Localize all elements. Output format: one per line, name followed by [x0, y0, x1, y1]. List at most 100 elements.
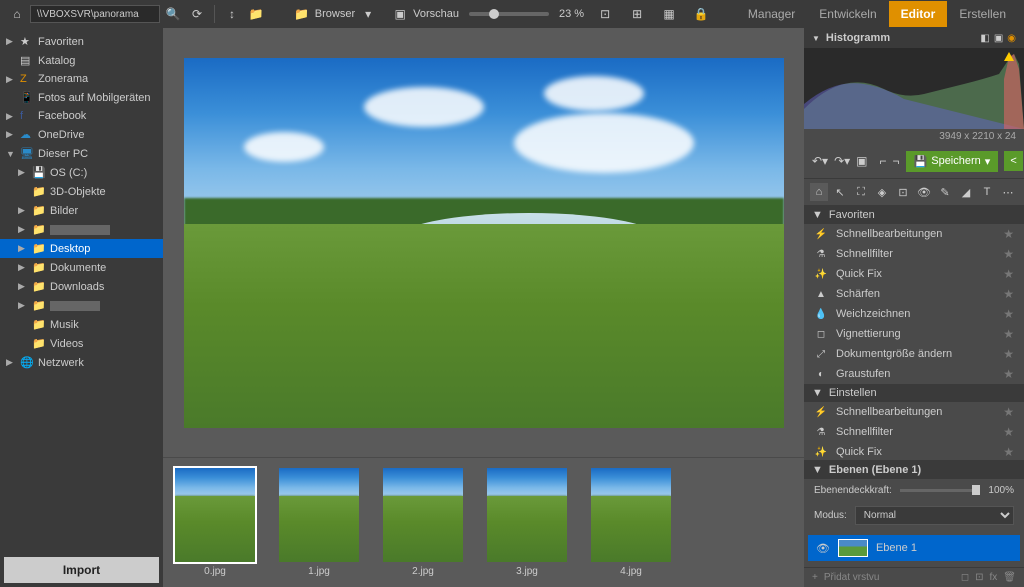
layer-1[interactable]: 👁 Ebene 1	[808, 535, 1020, 561]
mode-manager[interactable]: Manager	[736, 1, 807, 27]
histo-opt2-icon[interactable]: ▣	[994, 33, 1003, 44]
tool-quickfix[interactable]: ✨Quick Fix★	[804, 264, 1024, 284]
browser-label[interactable]: Browser	[315, 8, 355, 20]
thumb-4[interactable]: 📷ⓘ 4.jpg	[591, 468, 671, 577]
star-icon[interactable]: ★	[1003, 405, 1014, 419]
tree-facebook[interactable]: ▶fFacebook	[0, 107, 163, 125]
star-icon[interactable]: ★	[1003, 307, 1014, 321]
share-button[interactable]: <	[1004, 151, 1022, 171]
histo-warning-icon[interactable]: ◉	[1007, 33, 1016, 44]
thumb-0[interactable]: 📷ⓘ 0.jpg	[175, 468, 255, 577]
tab-clone[interactable]: ⊡	[894, 183, 912, 201]
tree-katalog[interactable]: ▤Katalog	[0, 51, 163, 70]
tab-crop[interactable]: ⛶	[852, 183, 870, 201]
lock-icon[interactable]: 🔒	[690, 3, 712, 25]
section-favoriten[interactable]: ▼Favoriten	[804, 206, 1024, 224]
mode-editor[interactable]: Editor	[889, 1, 948, 27]
path-input[interactable]	[30, 5, 160, 23]
tree-bilder[interactable]: ▶📁Bilder	[0, 201, 163, 220]
home-icon[interactable]: ⌂	[6, 3, 28, 25]
star-icon[interactable]: ★	[1003, 287, 1014, 301]
preview-area[interactable]	[163, 28, 804, 457]
mask-icon[interactable]: ◻	[961, 572, 969, 583]
delete-icon[interactable]: 🗑	[1003, 572, 1016, 583]
add-layer-icon[interactable]: +	[812, 572, 818, 583]
tree-netzwerk[interactable]: ▶🌐Netzwerk	[0, 353, 163, 372]
tree-zonerama[interactable]: ▶ZZonerama	[0, 70, 163, 88]
tab-redeye[interactable]: 👁	[915, 183, 933, 201]
sort-icon[interactable]: ↕	[221, 3, 243, 25]
redo-icon[interactable]: ↷▾	[834, 150, 850, 172]
star-icon[interactable]: ★	[1003, 445, 1014, 459]
star-icon[interactable]: ★	[1003, 247, 1014, 261]
tool-graustufen[interactable]: ◐Graustufen★	[804, 364, 1024, 384]
actual-icon[interactable]: ▦	[658, 3, 680, 25]
histo-opt1-icon[interactable]: ◧	[980, 33, 989, 44]
add-layer-label[interactable]: Přidat vrstvu	[824, 572, 880, 583]
tree-3d[interactable]: 📁3D-Objekte	[0, 182, 163, 201]
fx-icon[interactable]: fx	[990, 572, 998, 583]
tree-downloads[interactable]: ▶📁Downloads	[0, 277, 163, 296]
histogram-header[interactable]: ▼ Histogramm ◧ ▣ ◉	[804, 28, 1024, 49]
star-icon[interactable]: ★	[1003, 367, 1014, 381]
bracket2-icon[interactable]: ¬	[893, 150, 900, 172]
tab-fill[interactable]: ◢	[957, 183, 975, 201]
fit-icon[interactable]: ⊡	[594, 3, 616, 25]
tab-select[interactable]: ↖	[831, 183, 849, 201]
folder-icon[interactable]: 📁	[291, 3, 313, 25]
tool-schnellfilter[interactable]: ⚗Schnellfilter★	[804, 244, 1024, 264]
mode-create[interactable]: Erstellen	[947, 1, 1018, 27]
thumb-2[interactable]: 📷ⓘ 2.jpg	[383, 468, 463, 577]
layers-header[interactable]: ▼Ebenen (Ebene 1)	[804, 461, 1024, 479]
tool-schaerfen[interactable]: ▲Schärfen★	[804, 284, 1024, 304]
bracket1-icon[interactable]: ⌐	[880, 150, 887, 172]
visibility-icon[interactable]: 👁	[816, 542, 830, 555]
undo-icon[interactable]: ↶▾	[812, 150, 828, 172]
tree-blurred2[interactable]: ▶📁	[0, 296, 163, 315]
tab-more[interactable]: ⋯	[999, 183, 1017, 201]
tree-thispc[interactable]: ▼🖥Dieser PC	[0, 144, 163, 163]
duplicate-icon[interactable]: ⊡	[975, 572, 983, 583]
star-icon[interactable]: ★	[1003, 227, 1014, 241]
folder-add-icon[interactable]: 📁	[245, 3, 267, 25]
tool-quickfix2[interactable]: ✨Quick Fix★	[804, 442, 1024, 460]
compare-icon[interactable]: ▣	[856, 150, 867, 172]
tool-schnellfilter2[interactable]: ⚗Schnellfilter★	[804, 422, 1024, 442]
zoom-slider[interactable]	[469, 12, 549, 16]
save-button[interactable]: 💾Speichern▾	[906, 151, 999, 172]
import-button[interactable]: Import	[4, 557, 159, 583]
star-icon[interactable]: ★	[1003, 327, 1014, 341]
tool-vignettierung[interactable]: ◻Vignettierung★	[804, 324, 1024, 344]
tree-videos[interactable]: 📁Videos	[0, 334, 163, 353]
search-icon[interactable]: 🔍	[162, 3, 184, 25]
filmstrip[interactable]: 📷ⓘ 0.jpg 📷ⓘ 1.jpg 📷ⓘ 2.jpg 📷ⓘ 3.jpg 📷ⓘ	[163, 457, 804, 587]
preview-icon[interactable]: ▣	[389, 3, 411, 25]
star-icon[interactable]: ★	[1003, 347, 1014, 361]
tree-mobile[interactable]: 📱Fotos auf Mobilgeräten	[0, 88, 163, 107]
tree-onedrive[interactable]: ▶☁OneDrive	[0, 125, 163, 144]
section-einstellen[interactable]: ▼Einstellen	[804, 384, 1024, 402]
fit2-icon[interactable]: ⊞	[626, 3, 648, 25]
tree-dokumente[interactable]: ▶📁Dokumente	[0, 258, 163, 277]
refresh-icon[interactable]: ⟳	[186, 3, 208, 25]
dropdown-icon[interactable]: ▾	[357, 3, 379, 25]
thumb-1[interactable]: 📷ⓘ 1.jpg	[279, 468, 359, 577]
tab-home[interactable]: ⌂	[810, 183, 828, 201]
tree-os[interactable]: ▶💾OS (C:)	[0, 163, 163, 182]
thumb-3[interactable]: 📷ⓘ 3.jpg	[487, 468, 567, 577]
mode-select[interactable]: Normal	[855, 506, 1014, 525]
tree-musik[interactable]: 📁Musik	[0, 315, 163, 334]
mode-develop[interactable]: Entwickeln	[807, 1, 888, 27]
star-icon[interactable]: ★	[1003, 425, 1014, 439]
tool-dokumentgroesse[interactable]: ⤢Dokumentgröße ändern★	[804, 344, 1024, 364]
tree-blurred1[interactable]: ▶📁	[0, 220, 163, 239]
tree-favoriten[interactable]: ▶★Favoriten	[0, 32, 163, 51]
tool-weichzeichnen[interactable]: 💧Weichzeichnen★	[804, 304, 1024, 324]
tab-brush[interactable]: ✎	[936, 183, 954, 201]
star-icon[interactable]: ★	[1003, 267, 1014, 281]
opacity-slider[interactable]	[900, 489, 981, 492]
tab-liquify[interactable]: ◈	[873, 183, 891, 201]
preview-label[interactable]: Vorschau	[413, 8, 459, 20]
collapse-icon[interactable]: ▼	[812, 34, 820, 43]
tool-schnellbearbeitungen2[interactable]: ⚡Schnellbearbeitungen★	[804, 402, 1024, 422]
